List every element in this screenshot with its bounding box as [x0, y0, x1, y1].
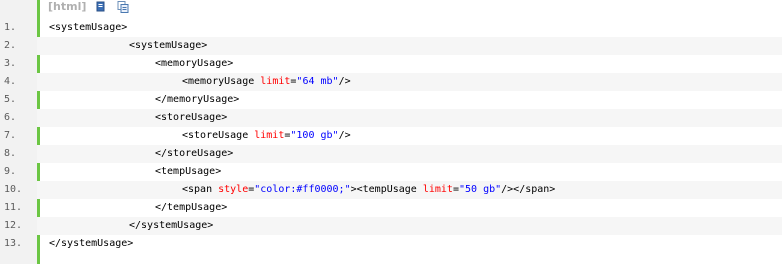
code-token-tag: </storeUsage> — [155, 148, 234, 159]
line-code: </systemUsage> — [129, 217, 213, 235]
code-token-tag: </tempUsage> — [155, 202, 228, 213]
code-token-tag: ><tempUsage — [350, 184, 423, 195]
code-line: 7. <storeUsage limit="100 gb"/> — [0, 127, 782, 145]
code-line: 12. </systemUsage> — [0, 217, 782, 235]
code-token-tag: <storeUsage> — [155, 112, 228, 123]
code-line: 11. </tempUsage> — [0, 199, 782, 217]
code-token-tag: <systemUsage> — [129, 40, 208, 51]
code-line: 8. </storeUsage> — [0, 145, 782, 163]
line-code: </systemUsage> — [49, 235, 133, 253]
code-token-attr: limit — [254, 130, 285, 141]
line-number: 10. — [0, 181, 37, 199]
code-token-tag: /> — [338, 76, 351, 87]
code-token-tag: <memoryUsage> — [155, 58, 234, 69]
view-source-icon[interactable] — [94, 0, 108, 14]
line-number: 12. — [0, 217, 37, 235]
code-line: 6. <storeUsage> — [0, 109, 782, 127]
code-token-tag: <memoryUsage — [182, 76, 261, 87]
code-token-tag: <storeUsage — [182, 130, 255, 141]
line-number: 4. — [0, 73, 37, 91]
code-token-val: "64 mb" — [296, 76, 339, 87]
code-line: 1. <systemUsage> — [0, 19, 782, 37]
line-number: 6. — [0, 109, 37, 127]
code-token-tag: <systemUsage> — [49, 22, 128, 33]
line-code: <memoryUsage limit="64 mb"/> — [182, 73, 351, 91]
code-token-tag: </memoryUsage> — [155, 94, 240, 105]
code-token-attr: limit — [260, 76, 291, 87]
code-line: 5. </memoryUsage> — [0, 91, 782, 109]
code-line: 10. <span style="color:#ff0000;"><tempUsa… — [0, 181, 782, 199]
line-code: <storeUsage limit="100 gb"/> — [182, 127, 351, 145]
code-token-attr: limit — [422, 184, 453, 195]
line-code: </memoryUsage> — [155, 91, 239, 109]
line-code: <systemUsage> — [49, 19, 127, 37]
line-number: 8. — [0, 145, 37, 163]
line-number: 2. — [0, 37, 37, 55]
line-code: <systemUsage> — [129, 37, 207, 55]
code-token-tag: </systemUsage> — [49, 238, 134, 249]
code-line: 13. </systemUsage> — [0, 235, 782, 253]
code-line: 9. <tempUsage> — [0, 163, 782, 181]
line-code: <storeUsage> — [155, 109, 227, 127]
code-token-val: "100 gb" — [290, 130, 339, 141]
line-number: 5. — [0, 91, 37, 109]
code-line: 3. <memoryUsage> — [0, 55, 782, 73]
line-number: 7. — [0, 127, 37, 145]
code-token-tag: /></span> — [501, 184, 556, 195]
code-line: 2. <systemUsage> — [0, 37, 782, 55]
code-line: 4. <memoryUsage limit="64 mb"/> — [0, 73, 782, 91]
code-token-tag: /> — [338, 130, 351, 141]
language-label: [html] — [48, 0, 87, 13]
code-token-tag: </systemUsage> — [129, 220, 214, 231]
line-number: 3. — [0, 55, 37, 73]
copy-icon[interactable] — [116, 0, 130, 14]
code-token-attr: style — [218, 184, 249, 195]
line-code: <memoryUsage> — [155, 55, 233, 73]
line-number: 1. — [0, 19, 37, 37]
code-token-val: "color:#ff0000;" — [254, 184, 351, 195]
code-token-val: "50 gb" — [458, 184, 502, 195]
line-number: 9. — [0, 163, 37, 181]
line-code: </tempUsage> — [155, 199, 227, 217]
line-number: 11. — [0, 199, 37, 217]
line-number: 13. — [0, 235, 37, 253]
code-toolbar: [html] — [48, 0, 130, 14]
line-code: <tempUsage> — [155, 163, 221, 181]
code-block: 1. <systemUsage> 2. <systemUsage> 3. <memoryU… — [0, 19, 782, 253]
code-token-tag: <tempUsage> — [155, 166, 222, 177]
line-code: </storeUsage> — [155, 145, 233, 163]
code-token-tag: <span — [182, 184, 219, 195]
line-code: <span style="color:#ff0000;"><tempUsage … — [182, 181, 555, 199]
